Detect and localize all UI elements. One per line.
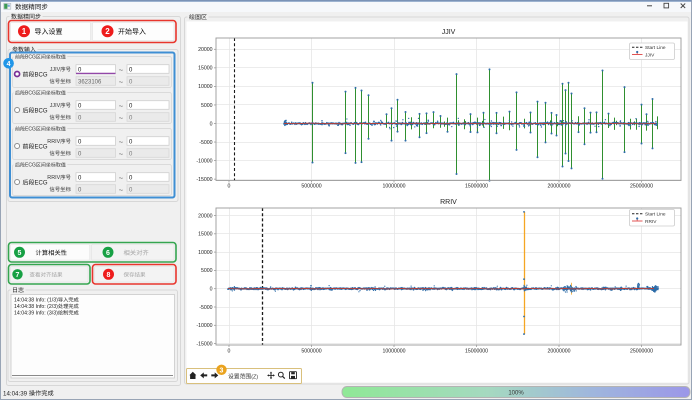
svg-text:10000: 10000	[198, 250, 213, 256]
svg-text:BCG: BCG	[35, 73, 48, 79]
svg-text:15000000: 15000000	[465, 184, 488, 190]
svg-text:10000000: 10000000	[382, 184, 405, 190]
svg-text:6: 6	[106, 250, 110, 257]
svg-text:(Z): (Z)	[251, 374, 258, 380]
svg-text:-15000: -15000	[196, 341, 212, 347]
svg-text:RRIV: RRIV	[645, 219, 657, 225]
svg-text:20000: 20000	[198, 47, 213, 53]
svg-text:0: 0	[210, 287, 213, 293]
svg-text:RRIV: RRIV	[47, 175, 60, 181]
svg-text:ECG: ECG	[35, 181, 48, 187]
svg-text:JJIV: JJIV	[50, 67, 61, 73]
svg-text:8: 8	[107, 272, 111, 279]
svg-text:~: ~	[119, 174, 124, 183]
svg-text:15000: 15000	[198, 232, 213, 238]
svg-text:JJIV: JJIV	[442, 29, 456, 36]
svg-text:20000000: 20000000	[547, 349, 570, 355]
svg-text:25000000: 25000000	[630, 349, 653, 355]
svg-text:-10000: -10000	[196, 323, 212, 329]
svg-text:0: 0	[210, 121, 213, 127]
svg-text:-15000: -15000	[196, 177, 212, 183]
svg-text:5000: 5000	[201, 268, 213, 274]
svg-text:100%: 100%	[508, 390, 524, 396]
svg-text:ECG: ECG	[25, 163, 36, 169]
svg-text:7: 7	[16, 272, 20, 279]
svg-text:ECG: ECG	[35, 145, 48, 151]
svg-text:25000000: 25000000	[630, 184, 653, 190]
svg-text:~: ~	[119, 78, 124, 87]
svg-text:-10000: -10000	[196, 158, 212, 164]
svg-text:Start Line: Start Line	[645, 45, 666, 51]
svg-text:10000: 10000	[198, 84, 213, 90]
svg-text:RRIV: RRIV	[47, 139, 60, 145]
svg-text:15000000: 15000000	[465, 349, 488, 355]
svg-text:0: 0	[228, 349, 231, 355]
svg-text:14:04:39 Info: (3/3): 14:04:39 Info: (3/3)	[14, 311, 58, 317]
svg-text:20000: 20000	[198, 213, 213, 219]
svg-text:~: ~	[119, 186, 124, 195]
svg-text:BCG: BCG	[25, 91, 36, 97]
svg-text:ECG: ECG	[25, 127, 36, 133]
svg-text:5000000: 5000000	[301, 349, 321, 355]
svg-text:~: ~	[119, 150, 124, 159]
svg-text:14:04:38 Info: (1/3): 14:04:38 Info: (1/3)	[14, 298, 58, 304]
svg-text:Start Line: Start Line	[645, 212, 666, 218]
svg-text:JJIV: JJIV	[645, 52, 655, 58]
svg-text:JJIV: JJIV	[50, 103, 61, 109]
svg-text:~: ~	[119, 114, 124, 123]
svg-text:-5000: -5000	[199, 305, 212, 311]
svg-text:14:04:39: 14:04:39	[3, 390, 28, 397]
svg-text:3: 3	[220, 367, 224, 374]
svg-text:BCG: BCG	[25, 55, 36, 61]
svg-text:14:04:38 Info: (2/3): 14:04:38 Info: (2/3)	[14, 304, 58, 310]
svg-text:~: ~	[119, 102, 124, 111]
svg-text:0: 0	[228, 184, 231, 190]
svg-text:~: ~	[119, 66, 124, 75]
svg-text:4: 4	[7, 61, 11, 68]
svg-text:20000000: 20000000	[547, 184, 570, 190]
svg-text:5000000: 5000000	[301, 184, 321, 190]
svg-text:1: 1	[22, 27, 27, 36]
svg-text:3623106: 3623106	[78, 79, 102, 85]
svg-text:BCG: BCG	[35, 109, 48, 115]
svg-text:5: 5	[18, 250, 22, 257]
svg-text:15000: 15000	[198, 66, 213, 72]
svg-text:~: ~	[119, 138, 124, 147]
svg-text:2: 2	[105, 27, 110, 36]
svg-text:-5000: -5000	[199, 140, 212, 146]
svg-text:RRIV: RRIV	[440, 199, 457, 206]
svg-text:5000: 5000	[201, 103, 213, 109]
svg-text:10000000: 10000000	[382, 349, 405, 355]
